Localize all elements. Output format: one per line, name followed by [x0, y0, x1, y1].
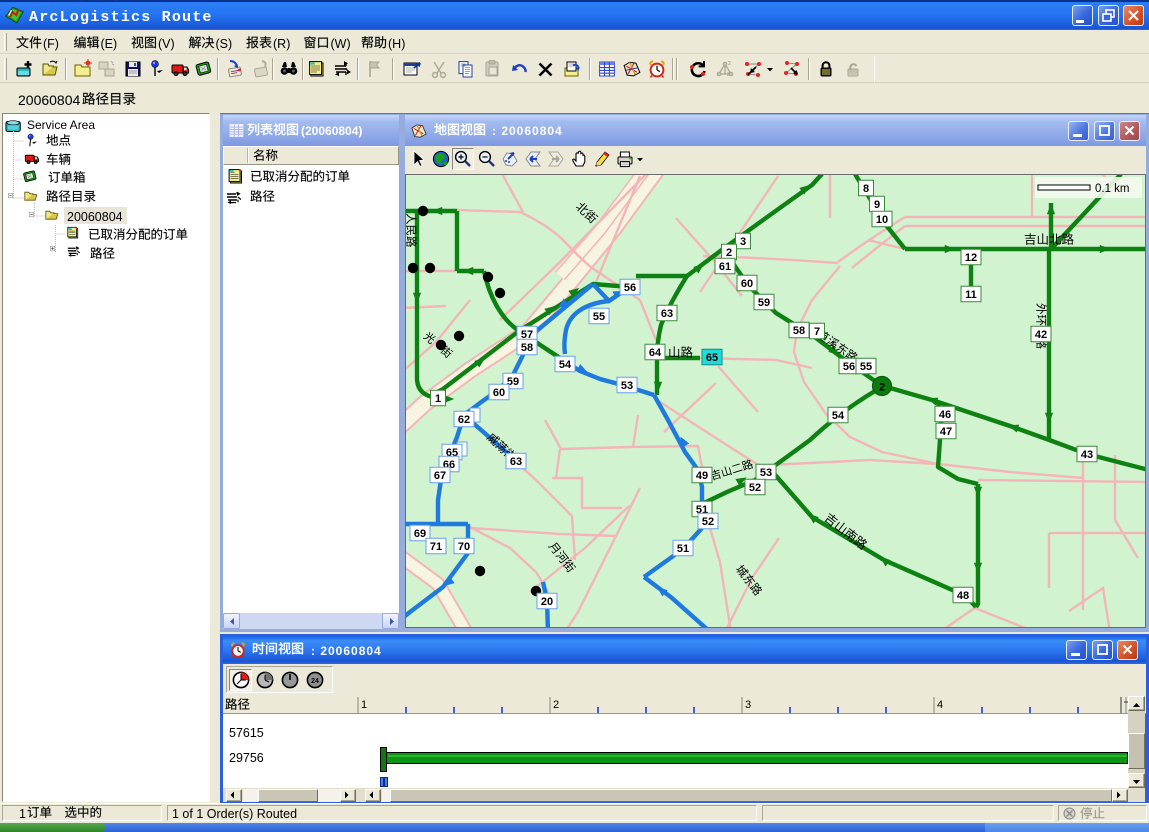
- svg-text:65: 65: [706, 352, 718, 364]
- svg-text:69: 69: [414, 528, 426, 540]
- svg-text:59: 59: [758, 297, 770, 309]
- svg-text:52: 52: [749, 482, 761, 494]
- svg-text:55: 55: [593, 311, 605, 323]
- svg-text:49: 49: [696, 470, 708, 482]
- svg-text:67: 67: [434, 470, 446, 482]
- svg-text:48: 48: [957, 590, 969, 602]
- svg-text:11: 11: [965, 289, 977, 301]
- svg-text:12: 12: [965, 252, 977, 264]
- svg-text:53: 53: [760, 467, 772, 479]
- svg-text:56: 56: [624, 282, 636, 294]
- svg-text:43: 43: [1081, 449, 1093, 461]
- svg-text:3: 3: [740, 236, 746, 248]
- svg-text:7: 7: [814, 326, 820, 338]
- svg-text:63: 63: [661, 308, 673, 320]
- svg-text:55: 55: [860, 361, 872, 373]
- svg-text:2: 2: [879, 382, 885, 394]
- svg-text:2: 2: [728, 61, 731, 67]
- svg-text:54: 54: [559, 359, 572, 371]
- svg-text:3: 3: [745, 699, 751, 711]
- svg-text:70: 70: [458, 541, 470, 553]
- svg-text:51: 51: [677, 543, 689, 555]
- svg-text:0.1 km: 0.1 km: [1095, 183, 1130, 195]
- svg-text:54: 54: [832, 410, 845, 422]
- svg-text:58: 58: [521, 342, 533, 354]
- svg-text:47: 47: [940, 426, 952, 438]
- svg-text:71: 71: [430, 541, 442, 553]
- svg-text:61: 61: [719, 261, 731, 273]
- svg-text:52: 52: [702, 516, 714, 528]
- svg-text:62: 62: [458, 414, 470, 426]
- svg-text:4: 4: [937, 699, 943, 711]
- svg-text:64: 64: [649, 347, 662, 359]
- svg-text:56: 56: [843, 361, 855, 373]
- svg-text:24: 24: [311, 678, 319, 685]
- svg-text:60: 60: [493, 387, 505, 399]
- svg-text:20: 20: [541, 596, 553, 608]
- svg-text:1: 1: [361, 699, 367, 711]
- svg-text:9: 9: [874, 199, 880, 211]
- svg-text:2: 2: [726, 247, 732, 259]
- svg-text:58: 58: [793, 325, 805, 337]
- svg-text:10: 10: [876, 214, 888, 226]
- svg-text:2: 2: [553, 699, 559, 711]
- svg-text:3: 3: [727, 72, 730, 78]
- svg-text:60: 60: [741, 278, 753, 290]
- svg-text:42: 42: [1035, 329, 1047, 341]
- svg-text:8: 8: [863, 183, 869, 195]
- svg-text:63: 63: [510, 456, 522, 468]
- svg-text:1: 1: [435, 393, 441, 405]
- svg-text:53: 53: [621, 380, 633, 392]
- svg-text:46: 46: [939, 409, 951, 421]
